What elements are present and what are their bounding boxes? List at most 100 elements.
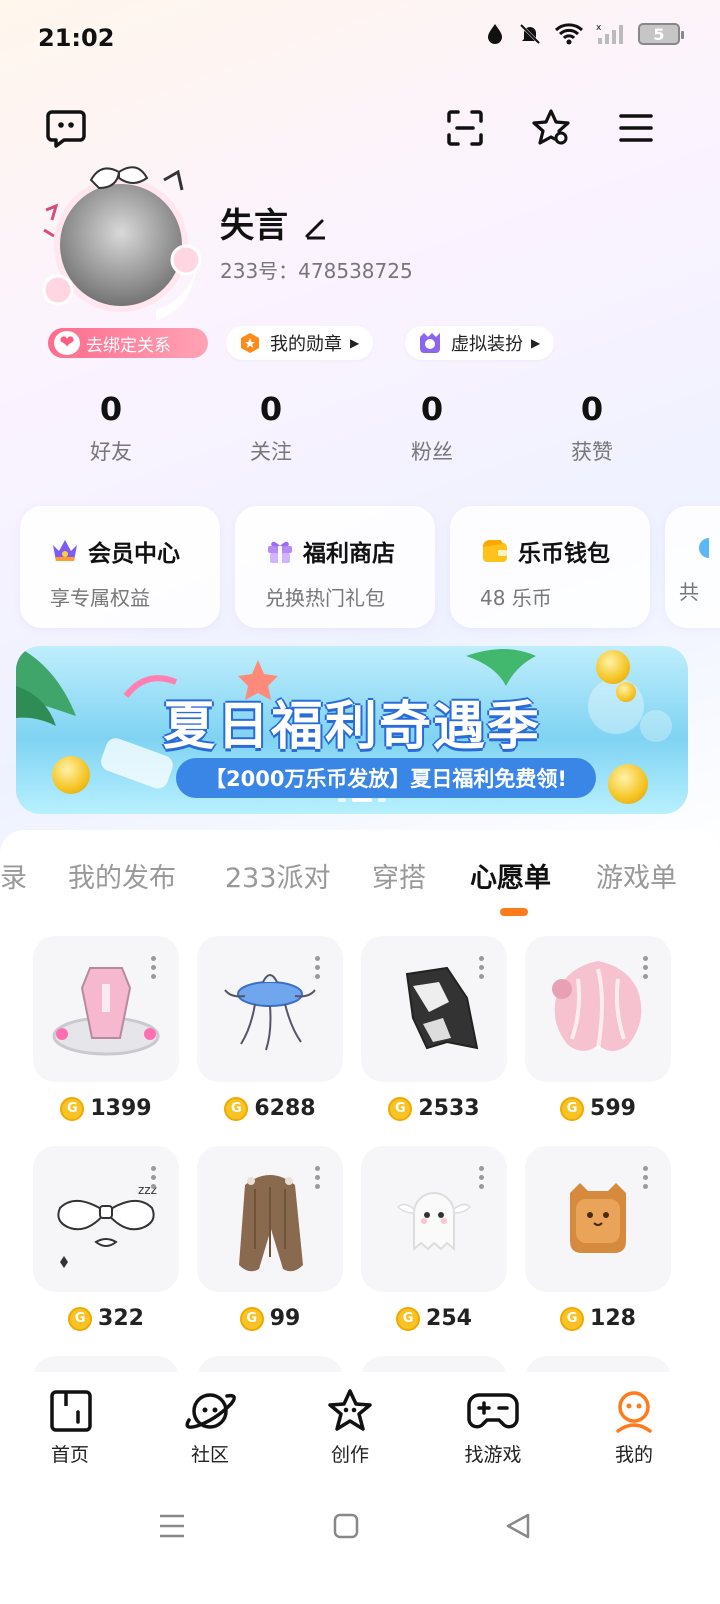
wishlist-item[interactable]: G 99	[197, 1146, 343, 1331]
planet-icon	[185, 1393, 236, 1429]
nav-home[interactable]: 首页	[20, 1388, 120, 1467]
jellyfish-accessory-icon	[224, 974, 316, 1051]
edit-icon[interactable]	[304, 216, 328, 240]
nav-community[interactable]: 社区	[160, 1388, 260, 1467]
scan-icon[interactable]	[441, 104, 489, 152]
crystal-coffin-icon	[52, 967, 160, 1056]
item-thumbnail	[525, 1146, 671, 1292]
item-thumbnail: zzz	[33, 1146, 179, 1292]
welfare-store-card[interactable]: 福利商店 兑换热门礼包	[235, 506, 435, 628]
stat-following[interactable]: 0 关注	[211, 390, 331, 466]
back-icon[interactable]	[498, 1508, 538, 1544]
data-drop-icon	[488, 24, 502, 44]
nav-label: 创作	[330, 1444, 369, 1466]
outfit-label: 虚拟装扮	[451, 334, 523, 355]
item-thumbnail	[33, 936, 179, 1082]
item-price: G 128	[525, 1306, 671, 1331]
outfit-button[interactable]: 虚拟装扮 ▶	[405, 326, 555, 360]
more-options-icon[interactable]	[151, 1166, 157, 1189]
card-subtitle: 48 乐币	[480, 586, 552, 610]
carousel-dot-active	[352, 798, 372, 802]
item-price: G 1399	[33, 1096, 179, 1121]
coin-icon: G	[68, 1306, 93, 1331]
stat-likes[interactable]: 0 获赞	[532, 390, 652, 466]
item-thumbnail	[361, 1146, 507, 1292]
more-options-icon[interactable]	[151, 956, 157, 979]
user-id: 233号：478538725	[220, 259, 413, 283]
nav-create[interactable]: 创作	[300, 1388, 400, 1467]
item-thumbnail	[525, 936, 671, 1082]
coin-decoration	[52, 756, 90, 794]
nav-label: 首页	[50, 1444, 89, 1466]
vip-center-card[interactable]: 会员中心 享专属权益	[20, 506, 220, 628]
star-badge-icon[interactable]	[527, 104, 575, 152]
carousel-indicator	[338, 798, 386, 802]
nav-me[interactable]: 我的	[584, 1388, 684, 1467]
bell-muted-icon	[519, 23, 541, 45]
item-price: G 99	[197, 1306, 343, 1331]
price-value: 128	[590, 1306, 636, 1331]
tab-233-party[interactable]: 233派对	[225, 856, 331, 895]
stat-fans[interactable]: 0 粉丝	[372, 390, 492, 466]
coin-icon: G	[224, 1096, 249, 1121]
tab-outfits[interactable]: 穿搭	[372, 856, 426, 895]
tab-records[interactable]: 录	[0, 856, 27, 895]
heart-icon: ❤	[54, 331, 80, 355]
nav-label: 找游戏	[464, 1444, 522, 1466]
tab-my-posts[interactable]: 我的发布	[68, 856, 176, 895]
relation-badge-label: 去绑定关系	[86, 335, 171, 356]
price-value: 2533	[418, 1096, 480, 1121]
recent-apps-icon[interactable]	[152, 1508, 192, 1544]
more-options-icon[interactable]	[315, 1166, 321, 1189]
wishlist-item[interactable]: G 128	[525, 1146, 671, 1331]
black-white-cape-icon	[405, 966, 479, 1050]
coin-icon: G	[560, 1306, 585, 1331]
avatar[interactable]	[36, 160, 206, 330]
white-bow-icon: zzz	[57, 1183, 157, 1268]
stat-label: 获赞	[571, 440, 613, 464]
home-icon	[50, 1390, 92, 1432]
price-value: 1399	[90, 1096, 152, 1121]
avatar-frame-decoration	[42, 166, 202, 320]
gamepad-icon	[467, 1393, 519, 1429]
wishlist-item[interactable]: G 6288	[197, 936, 343, 1121]
more-options-icon[interactable]	[643, 956, 649, 979]
tab-game-lists[interactable]: 游戏单	[596, 856, 677, 895]
wallet-icon	[483, 540, 507, 562]
stat-friends[interactable]: 0 好友	[51, 390, 171, 466]
white-ghost-icon	[396, 1192, 472, 1252]
coin-decoration	[596, 650, 630, 684]
more-options-icon[interactable]	[643, 1166, 649, 1189]
card-title: 福利商店	[303, 541, 395, 567]
medal-button[interactable]: 我的勋章 ▶	[226, 326, 374, 360]
more-options-icon[interactable]	[479, 956, 485, 979]
menu-icon[interactable]	[612, 104, 660, 152]
signal-icon: x	[596, 23, 623, 44]
more-options-icon[interactable]	[479, 1166, 485, 1189]
wishlist-item[interactable]: zzz G 322	[33, 1146, 179, 1331]
wishlist-item[interactable]: G 1399	[33, 936, 179, 1121]
promo-banner[interactable]: 夏日福利奇遇季 【2000万乐币发放】夏日福利免费领!	[16, 646, 688, 814]
bind-relation-badge[interactable]: ❤ 去绑定关系	[48, 328, 208, 358]
card-subtitle: 兑换热门礼包	[265, 586, 385, 610]
card-subtitle: 共	[679, 580, 699, 604]
partial-service-card[interactable]: 共	[665, 506, 720, 628]
partial-icon	[699, 538, 709, 558]
price-value: 322	[98, 1306, 144, 1331]
wishlist-item[interactable]: G 254	[361, 1146, 507, 1331]
battery-icon: 5	[638, 23, 684, 45]
tab-wishlist[interactable]: 心愿单	[470, 856, 551, 895]
price-value: 599	[590, 1096, 636, 1121]
banner-subtitle: 【2000万乐币发放】夏日福利免费领!	[176, 758, 596, 798]
wishlist-item[interactable]: G 599	[525, 936, 671, 1121]
wishlist-item[interactable]: G 2533	[361, 936, 507, 1121]
chat-bubble-icon[interactable]	[42, 104, 90, 152]
home-button-icon[interactable]	[326, 1508, 366, 1544]
username: 失言	[220, 198, 328, 247]
long-brown-hair-icon	[239, 1175, 303, 1272]
item-price: G 254	[361, 1306, 507, 1331]
coin-wallet-card[interactable]: 乐币钱包 48 乐币	[450, 506, 650, 628]
more-options-icon[interactable]	[315, 956, 321, 979]
medal-icon	[241, 333, 259, 353]
nav-find-games[interactable]: 找游戏	[443, 1388, 543, 1467]
